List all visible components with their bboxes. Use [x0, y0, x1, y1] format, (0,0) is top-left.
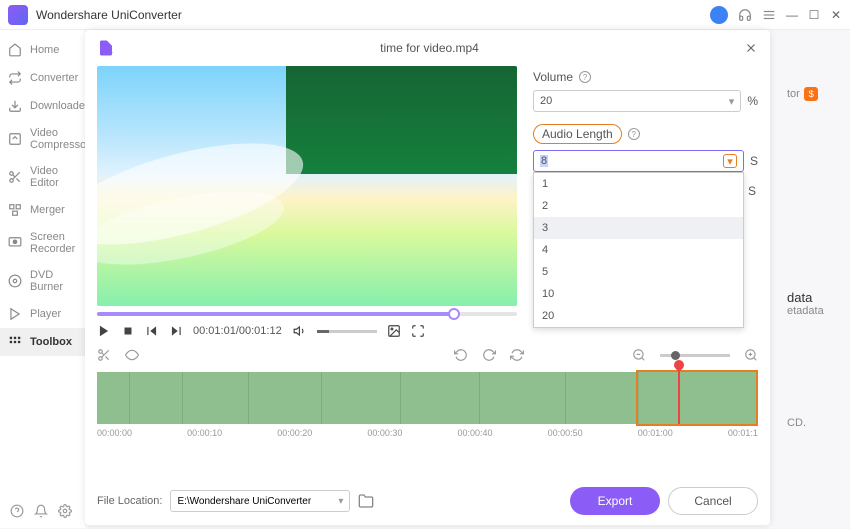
fullscreen-icon[interactable]	[411, 324, 425, 338]
dropdown-option[interactable]: 5	[534, 261, 743, 283]
sidebar-label: Downloader	[30, 100, 89, 112]
refresh-icon[interactable]	[510, 348, 524, 362]
undo-icon[interactable]	[454, 348, 468, 362]
playhead[interactable]	[678, 364, 680, 424]
timeline[interactable]	[97, 372, 758, 424]
sidebar-label: Screen Recorder	[30, 231, 77, 255]
cancel-button[interactable]: Cancel	[668, 487, 758, 515]
dropdown-option[interactable]: 20	[534, 305, 743, 327]
zoom-in-icon[interactable]	[744, 348, 758, 362]
sidebar-item-converter[interactable]: Converter	[0, 64, 85, 92]
headphones-icon[interactable]	[738, 8, 752, 22]
sidebar-item-downloader[interactable]: Downloader	[0, 92, 85, 120]
sidebar-label: Player	[30, 308, 61, 320]
dropdown-option[interactable]: 4	[534, 239, 743, 261]
visibility-icon[interactable]	[125, 348, 139, 362]
sidebar-item-dvdburner[interactable]: DVD Burner	[0, 262, 85, 300]
folder-icon[interactable]	[358, 493, 374, 509]
minimize-button[interactable]: —	[786, 9, 798, 21]
converter-icon	[8, 71, 22, 85]
zoom-slider[interactable]	[660, 354, 730, 357]
sidebar-label: Merger	[30, 204, 65, 216]
play-button[interactable]	[97, 324, 111, 338]
settings-icon[interactable]	[58, 504, 72, 518]
audio-length-unit: S	[750, 154, 758, 168]
volume-unit: %	[747, 94, 758, 108]
grid-icon	[8, 335, 22, 349]
unit-s: S	[748, 184, 756, 198]
record-icon	[8, 236, 22, 250]
prev-button[interactable]	[145, 324, 159, 338]
modal-title: time for video.mp4	[115, 41, 744, 55]
add-file-icon[interactable]: +	[97, 39, 115, 57]
volume-label: Volume	[533, 70, 573, 84]
help-icon[interactable]	[10, 504, 24, 518]
scissors-icon	[8, 170, 22, 184]
sidebar-item-videocompressor[interactable]: Video Compressor	[0, 120, 85, 158]
sidebar-label: Video Editor	[30, 165, 77, 189]
close-icon[interactable]	[744, 41, 758, 55]
ghost-text: data	[787, 290, 842, 305]
sidebar-label: Toolbox	[30, 336, 72, 348]
volume-icon[interactable]	[293, 324, 307, 338]
next-button[interactable]	[169, 324, 183, 338]
volume-select[interactable]: 20▾	[533, 90, 741, 112]
volume-slider[interactable]	[317, 330, 377, 333]
home-icon	[8, 43, 22, 57]
maximize-button[interactable]: ☐	[808, 9, 820, 21]
disc-icon	[8, 274, 22, 288]
sidebar-item-toolbox[interactable]: Toolbox	[0, 328, 85, 356]
sidebar-item-videoeditor[interactable]: Video Editor	[0, 158, 85, 196]
sidebar-label: Home	[30, 44, 59, 56]
timeline-selection[interactable]	[636, 370, 758, 426]
file-location-select[interactable]: E:\Wondershare UniConverter▾	[170, 490, 350, 512]
zoom-out-icon[interactable]	[632, 348, 646, 362]
sidebar-item-player[interactable]: Player	[0, 300, 85, 328]
video-preview	[97, 66, 517, 306]
sidebar-label: Converter	[30, 72, 78, 84]
sidebar-label: Video Compressor	[30, 127, 90, 151]
dropdown-option[interactable]: 3	[534, 217, 743, 239]
ghost-text: CD.	[787, 417, 842, 429]
stop-button[interactable]	[121, 324, 135, 338]
sidebar-item-screenrecorder[interactable]: Screen Recorder	[0, 224, 85, 262]
menu-icon[interactable]	[762, 8, 776, 22]
app-title: Wondershare UniConverter	[36, 8, 710, 22]
merge-icon	[8, 203, 22, 217]
audio-length-dropdown: 1 2 3 4 5 10 20	[533, 172, 744, 328]
sidebar-item-home[interactable]: Home	[0, 36, 85, 64]
compress-icon	[8, 132, 22, 146]
snapshot-icon[interactable]	[387, 324, 401, 338]
play-icon	[8, 307, 22, 321]
svg-text:+: +	[108, 48, 113, 58]
file-location-label: File Location:	[97, 495, 162, 507]
dropdown-option[interactable]: 2	[534, 195, 743, 217]
dropdown-option[interactable]: 1	[534, 173, 743, 195]
playback-time: 00:01:01/00:01:12	[193, 325, 283, 337]
cut-icon[interactable]	[97, 348, 111, 362]
dropdown-option[interactable]: 10	[534, 283, 743, 305]
seekbar[interactable]	[97, 312, 517, 316]
chevron-down-icon[interactable]: ▾	[723, 154, 737, 168]
time-ruler: 00:00:0000:00:1000:00:2000:00:3000:00:40…	[97, 428, 758, 438]
help-icon[interactable]: ?	[579, 71, 591, 83]
app-logo	[8, 5, 28, 25]
dollar-badge: $	[804, 87, 818, 101]
redo-icon[interactable]	[482, 348, 496, 362]
export-button[interactable]: Export	[570, 487, 660, 515]
help-icon[interactable]: ?	[628, 128, 640, 140]
audio-length-label: Audio Length	[533, 124, 622, 144]
sidebar-label: DVD Burner	[30, 269, 77, 293]
bell-icon[interactable]	[34, 504, 48, 518]
sidebar-item-merger[interactable]: Merger	[0, 196, 85, 224]
download-icon	[8, 99, 22, 113]
close-window-button[interactable]: ✕	[830, 9, 842, 21]
ghost-text: etadata	[787, 305, 842, 317]
ghost-text: tor	[787, 88, 800, 100]
user-avatar[interactable]	[710, 6, 728, 24]
audio-length-select[interactable]: 8 ▾	[533, 150, 744, 172]
